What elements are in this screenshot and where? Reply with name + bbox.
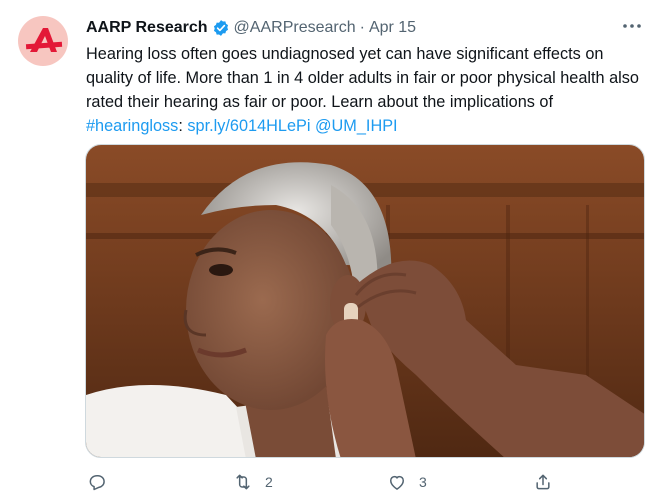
heart-icon	[390, 475, 404, 490]
tweet-body-text: Hearing loss often goes undiagnosed yet …	[86, 45, 639, 111]
more-options-icon[interactable]	[620, 14, 644, 38]
verified-badge-icon	[212, 19, 230, 37]
like-count: 3	[419, 474, 427, 490]
share-button[interactable]	[533, 468, 553, 496]
url-link[interactable]: spr.ly/6014HLePi	[187, 117, 310, 135]
display-name[interactable]: AARP Research	[86, 19, 208, 37]
retweet-button[interactable]: 2	[233, 468, 273, 496]
tweet-header: AARP Research @AARPresearch · Apr 15	[86, 16, 642, 40]
separator: ·	[359, 19, 365, 36]
hearing-aid-photo	[86, 145, 644, 457]
tweet-actions: 2 3	[85, 468, 565, 496]
handle[interactable]: @AARPresearch	[234, 19, 356, 37]
share-icon	[536, 474, 550, 490]
retweet-count: 2	[265, 474, 273, 490]
tweet-text: Hearing loss often goes undiagnosed yet …	[86, 42, 646, 138]
retweet-icon	[236, 474, 250, 490]
tweet-image[interactable]	[85, 144, 645, 458]
mention-link[interactable]: @UM_IHPI	[315, 117, 398, 135]
avatar[interactable]	[18, 16, 68, 66]
tweet-date[interactable]: Apr 15	[369, 19, 416, 37]
aarp-logo-icon	[25, 28, 63, 52]
like-button[interactable]: 3	[387, 468, 427, 496]
reply-button[interactable]	[87, 468, 107, 496]
hashtag-link[interactable]: #hearingloss	[86, 117, 178, 135]
tweet[interactable]: AARP Research @AARPresearch · Apr 15 Hea…	[0, 0, 662, 502]
reply-icon	[89, 475, 105, 491]
